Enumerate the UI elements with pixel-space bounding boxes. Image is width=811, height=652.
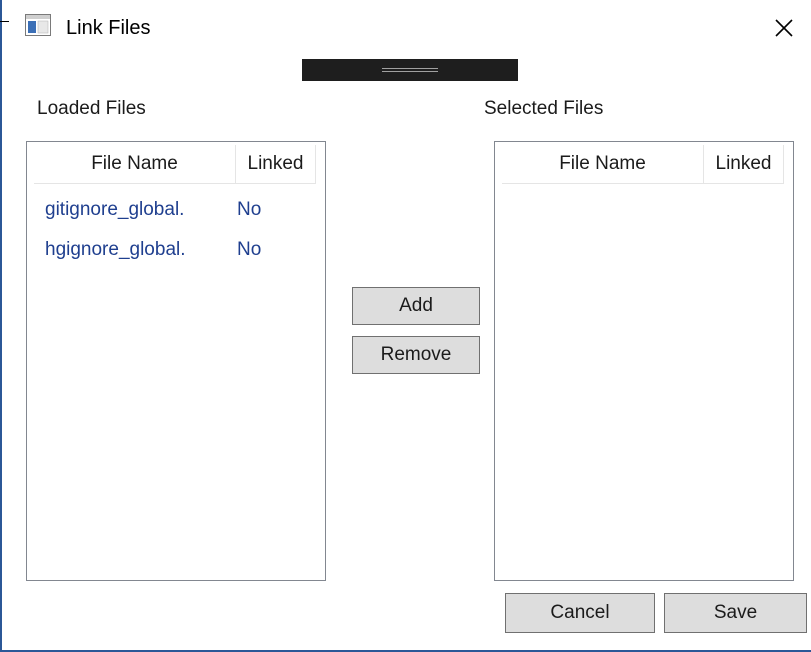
loaded-files-list[interactable]: File Name Linked gitignore_global. No hg… — [26, 141, 326, 581]
grip-line-top — [382, 68, 438, 69]
loaded-files-header: File Name Linked — [34, 145, 316, 184]
save-button[interactable]: Save — [664, 593, 807, 633]
file-name-cell: gitignore_global. — [45, 199, 185, 220]
window-title: Link Files — [66, 17, 151, 39]
list-item[interactable]: gitignore_global. No — [45, 198, 297, 222]
link-files-dialog: Link Files Loaded Files Selected Files F… — [0, 0, 811, 652]
grip-line-bottom — [382, 71, 438, 72]
column-header-linked[interactable]: Linked — [236, 145, 316, 183]
selected-files-header: File Name Linked — [502, 145, 784, 184]
selected-files-label: Selected Files — [484, 98, 604, 119]
cancel-button[interactable]: Cancel — [505, 593, 655, 633]
splitter-handle[interactable] — [302, 59, 518, 81]
window-frame-left — [0, 0, 2, 652]
loaded-files-label: Loaded Files — [37, 98, 146, 119]
linked-cell: No — [237, 199, 262, 220]
add-button[interactable]: Add — [352, 287, 480, 325]
column-header-file-name[interactable]: File Name — [34, 145, 236, 183]
app-window-icon — [25, 14, 51, 36]
close-icon — [775, 19, 793, 37]
column-header-file-name[interactable]: File Name — [502, 145, 704, 183]
linked-cell: No — [237, 239, 262, 260]
file-name-cell: hgignore_global. — [45, 239, 186, 260]
selected-files-list[interactable]: File Name Linked — [494, 141, 794, 581]
window-frame-tick — [0, 21, 9, 22]
list-item[interactable]: hgignore_global. No — [45, 238, 297, 262]
close-button[interactable] — [770, 14, 798, 42]
column-header-linked[interactable]: Linked — [704, 145, 784, 183]
remove-button[interactable]: Remove — [352, 336, 480, 374]
